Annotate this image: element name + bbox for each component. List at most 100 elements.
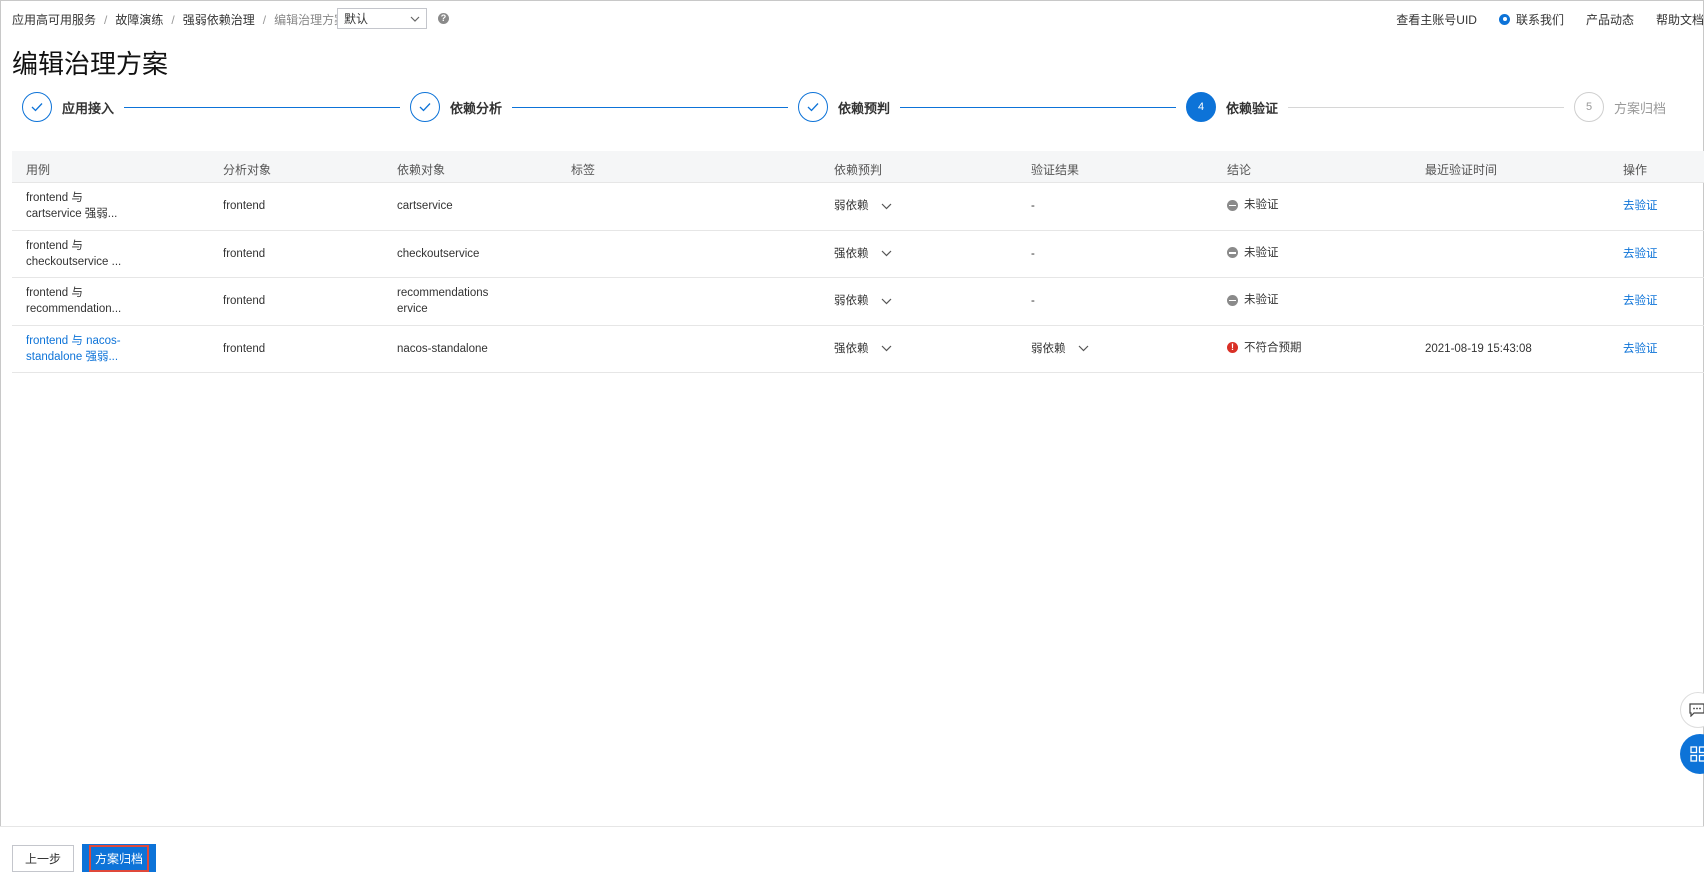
prediction-select[interactable]: 弱依赖	[834, 198, 893, 214]
footer-bar: 上一步 方案归档	[0, 826, 1704, 880]
check-icon	[410, 92, 440, 122]
column-header-prediction: 依赖预判	[834, 163, 883, 177]
target-cell: frontend	[223, 247, 266, 260]
chevron-down-icon	[881, 296, 893, 306]
check-icon	[22, 92, 52, 122]
usecase-line: frontend 与	[26, 287, 83, 299]
last-verified-cell: 2021-08-19 15:43:08	[1425, 342, 1532, 355]
top-links: 查看主账号UID 联系我们 产品动态 帮助文档	[1374, 11, 1704, 28]
target-cell: frontend	[223, 342, 266, 355]
dependency-line: recommendations	[397, 287, 489, 299]
result-select[interactable]: 弱依赖	[1031, 341, 1090, 357]
breadcrumb: 应用高可用服务 / 故障演练 / 强弱依赖治理 / 编辑治理方案	[12, 11, 346, 28]
step-plan-archive[interactable]: 5 方案归档	[1574, 92, 1666, 122]
breadcrumb-item-current: 编辑治理方案	[274, 13, 347, 27]
top-link-label: 产品动态	[1585, 13, 1634, 27]
help-docs-link[interactable]: 帮助文档	[1656, 11, 1704, 28]
conclusion-text: 未验证	[1244, 246, 1279, 259]
breadcrumb-item-dependency-governance[interactable]: 强弱依赖治理	[183, 11, 255, 28]
step-dependency-analysis[interactable]: 依赖分析	[410, 92, 502, 122]
conclusion-cell: 未验证	[1227, 245, 1279, 261]
step-app-access[interactable]: 应用接入	[22, 92, 114, 122]
step-connector	[124, 107, 400, 108]
verify-link[interactable]: 去验证	[1623, 198, 1658, 214]
prediction-value: 弱依赖	[834, 200, 869, 212]
step-connector	[900, 107, 1176, 108]
step-dependency-verification[interactable]: 4 依赖验证	[1186, 92, 1278, 122]
conclusion-cell: ! 不符合预期	[1227, 340, 1302, 356]
step-number: 4	[1186, 92, 1216, 122]
step-label: 应用接入	[62, 100, 115, 116]
verification-table: 用例 分析对象 依赖对象 标签 依赖预判 验证结果 结论 最近验证时间 操作 f…	[12, 151, 1704, 373]
chevron-down-icon	[881, 344, 893, 354]
step-label: 依赖预判	[838, 100, 891, 116]
result-cell: -	[1031, 200, 1035, 212]
step-number: 5	[1574, 92, 1604, 122]
usecase-link[interactable]: frontend 与 nacos- standalone 强弱...	[26, 333, 136, 365]
chevron-down-icon	[410, 14, 420, 24]
column-header-dependency: 依赖对象	[397, 163, 446, 177]
table-row: frontend 与 cartservice 强弱... frontend ca…	[12, 183, 1704, 231]
result-value: 弱依赖	[1031, 342, 1066, 355]
table-row: frontend 与 recommendation... frontend re…	[12, 278, 1704, 326]
column-header-target: 分析对象	[223, 163, 272, 177]
result-cell: -	[1031, 247, 1035, 260]
step-connector	[512, 107, 788, 108]
step-connector	[1288, 107, 1564, 108]
target-cell: frontend	[223, 200, 266, 212]
environment-select[interactable]: 默认	[337, 8, 427, 29]
verify-link[interactable]: 去验证	[1623, 293, 1658, 309]
step-label: 依赖分析	[450, 100, 503, 116]
contact-us-link[interactable]: 联系我们	[1498, 11, 1564, 28]
product-news-link[interactable]: 产品动态	[1586, 11, 1634, 28]
page-title: 编辑治理方案	[12, 49, 169, 79]
usecase-line: frontend 与	[26, 192, 83, 204]
column-header-conclusion: 结论	[1227, 163, 1252, 177]
minus-circle-icon	[1227, 294, 1238, 306]
column-header-result: 验证结果	[1031, 163, 1080, 177]
breadcrumb-separator: /	[171, 12, 175, 27]
top-link-label: 联系我们	[1515, 13, 1564, 27]
dependency-cell: cartservice	[397, 200, 453, 212]
previous-step-button[interactable]: 上一步	[12, 845, 74, 872]
dependency-line: ervice	[397, 303, 428, 315]
table-header: 用例 分析对象 依赖对象 标签 依赖预判 验证结果 结论 最近验证时间 操作	[12, 151, 1704, 183]
minus-circle-icon	[1227, 199, 1238, 211]
breadcrumb-separator: /	[104, 12, 108, 27]
breadcrumb-item-fault-drill[interactable]: 故障演练	[115, 11, 163, 28]
archive-plan-button[interactable]: 方案归档	[82, 844, 156, 872]
step-progress: 应用接入 依赖分析 依赖预判 4 依赖验证 5 方案归档	[0, 92, 1704, 128]
top-link-label: 查看主账号UID	[1396, 13, 1477, 27]
dependency-cell: checkoutservice	[397, 247, 480, 260]
prediction-select[interactable]: 强依赖	[834, 246, 893, 262]
column-header-tags: 标签	[571, 163, 596, 177]
breadcrumb-item-ahas[interactable]: 应用高可用服务	[12, 11, 96, 28]
chevron-down-icon	[881, 201, 893, 211]
help-icon[interactable]: ?	[438, 13, 449, 24]
table-row: frontend 与 nacos- standalone 强弱... front…	[12, 326, 1704, 373]
verify-link[interactable]: 去验证	[1623, 246, 1658, 262]
step-dependency-prediction[interactable]: 依赖预判	[798, 92, 890, 122]
column-header-last-verified: 最近验证时间	[1425, 163, 1498, 177]
usecase-line: cartservice 强弱...	[26, 208, 118, 220]
verify-link[interactable]: 去验证	[1623, 341, 1658, 357]
prediction-select[interactable]: 弱依赖	[834, 293, 893, 309]
column-header-action: 操作	[1623, 163, 1648, 177]
result-cell: -	[1031, 295, 1035, 307]
top-bar: 应用高可用服务 / 故障演练 / 强弱依赖治理 / 编辑治理方案 默认 ? 查看…	[0, 0, 1704, 36]
usecase-line: checkoutservice ...	[26, 255, 122, 268]
usecase-line: frontend 与	[26, 239, 83, 252]
breadcrumb-separator: /	[262, 12, 267, 27]
view-main-account-uid-link[interactable]: 查看主账号UID	[1396, 11, 1477, 28]
top-link-label: 帮助文档	[1655, 13, 1704, 27]
prediction-value: 强依赖	[834, 342, 869, 355]
conclusion-text: 未验证	[1244, 294, 1279, 306]
conclusion-cell: 未验证	[1227, 292, 1279, 308]
usecase-cell: frontend 与 checkoutservice ...	[26, 238, 136, 270]
target-cell: frontend	[223, 295, 266, 307]
column-header-usecase: 用例	[26, 163, 51, 177]
contact-icon	[1498, 14, 1510, 25]
conclusion-cell: 未验证	[1227, 197, 1279, 213]
usecase-cell: frontend 与 recommendation...	[26, 285, 136, 317]
prediction-select[interactable]: 强依赖	[834, 341, 893, 357]
